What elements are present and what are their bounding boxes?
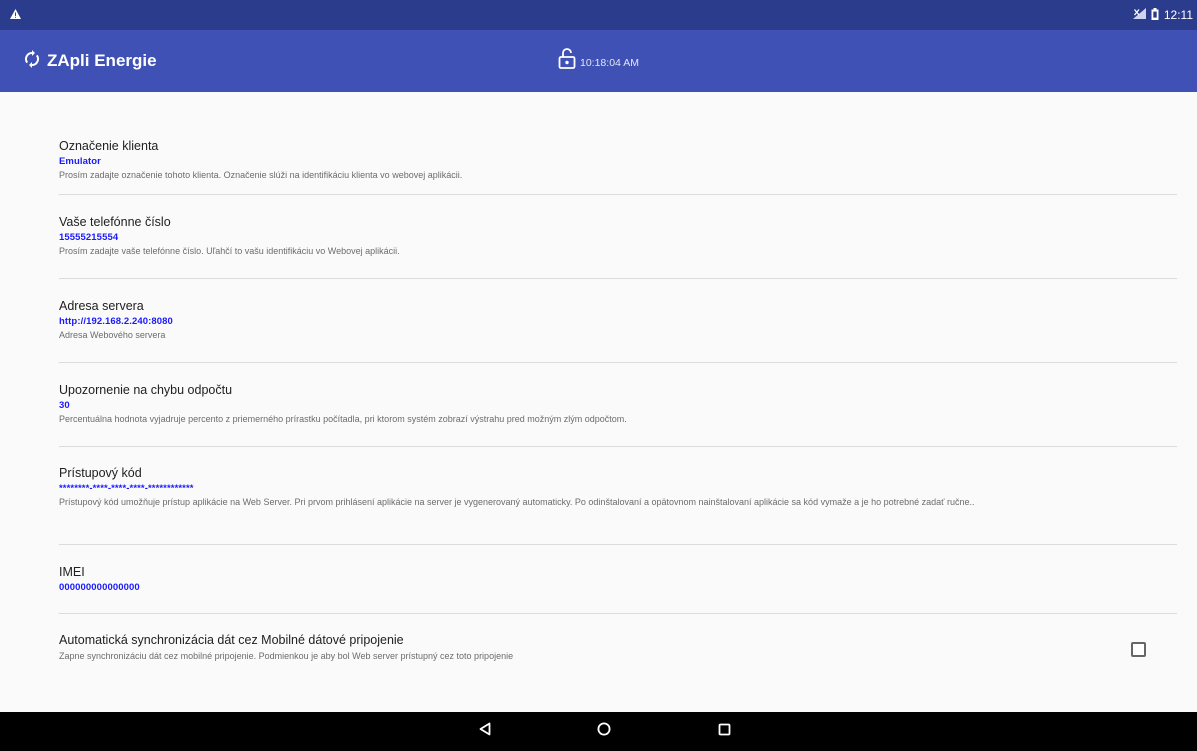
pref-title: Upozornenie na chybu odpočtu [59, 383, 233, 397]
battery-icon [1151, 7, 1159, 23]
app-bar: ZApli Energie 10:18:04 AM [0, 30, 1197, 92]
pref-title: Vaše telefónne číslo [59, 215, 171, 229]
sync-icon[interactable] [23, 49, 41, 73]
home-button[interactable] [584, 712, 624, 751]
pref-access-code[interactable]: Prístupový kód ********-****-****-****-*… [59, 447, 1177, 545]
status-bar: 12:11 [0, 0, 1197, 30]
pref-value: 000000000000000 [59, 582, 140, 593]
home-circle-icon [597, 722, 611, 741]
pref-client-name[interactable]: Označenie klienta Emulator Prosím zadajt… [59, 126, 1177, 195]
pref-value: Emulator [59, 156, 101, 167]
recents-button[interactable] [704, 712, 744, 751]
pref-title: Automatická synchronizácia dát cez Mobil… [59, 633, 404, 647]
warning-triangle-icon [10, 8, 21, 22]
back-button[interactable] [465, 712, 505, 751]
pref-auto-sync-mobile[interactable]: Automatická synchronizácia dát cez Mobil… [59, 614, 1177, 684]
app-title: ZApli Energie [47, 51, 157, 70]
pref-summary: Percentuálna hodnota vyjadruje percento … [59, 414, 627, 424]
pref-title: Adresa servera [59, 299, 144, 313]
pref-title: IMEI [59, 565, 85, 579]
auto-sync-checkbox[interactable] [1131, 642, 1146, 657]
navigation-bar [0, 712, 1197, 751]
pref-title: Označenie klienta [59, 139, 159, 153]
pref-value: 15555215554 [59, 232, 119, 243]
recents-square-icon [718, 723, 731, 741]
status-clock: 12:11 [1163, 8, 1193, 22]
lock-status: 10:18:04 AM [558, 48, 639, 74]
back-triangle-icon [479, 722, 491, 741]
signal-icon [1132, 8, 1146, 22]
pref-value: ********-****-****-****-************ [59, 483, 194, 494]
app-clock: 10:18:04 AM [580, 57, 639, 69]
pref-summary: Prosím zadajte označenie tohoto klienta.… [59, 170, 463, 180]
pref-value: http://192.168.2.240:8080 [59, 316, 173, 327]
preference-list: Označenie klienta Emulator Prosím zadajt… [59, 126, 1177, 684]
pref-summary: Adresa Webového servera [59, 330, 166, 340]
unlock-icon[interactable] [558, 48, 576, 74]
pref-imei[interactable]: IMEI 000000000000000 [59, 545, 1177, 614]
pref-summary: Prístupový kód umožňuje prístup aplikáci… [59, 497, 975, 507]
pref-summary: Zapne synchronizáciu dát cez mobilné pri… [59, 651, 514, 661]
pref-title: Prístupový kód [59, 466, 142, 480]
pref-server-address[interactable]: Adresa servera http://192.168.2.240:8080… [59, 279, 1177, 363]
pref-reading-error-warning[interactable]: Upozornenie na chybu odpočtu 30 Percentu… [59, 363, 1177, 447]
settings-content: Označenie klienta Emulator Prosím zadajt… [0, 92, 1197, 712]
pref-value: 30 [59, 400, 70, 411]
pref-summary: Prosím zadajte vaše telefónne číslo. Uľa… [59, 246, 400, 256]
pref-phone-number[interactable]: Vaše telefónne číslo 15555215554 Prosím … [59, 195, 1177, 279]
